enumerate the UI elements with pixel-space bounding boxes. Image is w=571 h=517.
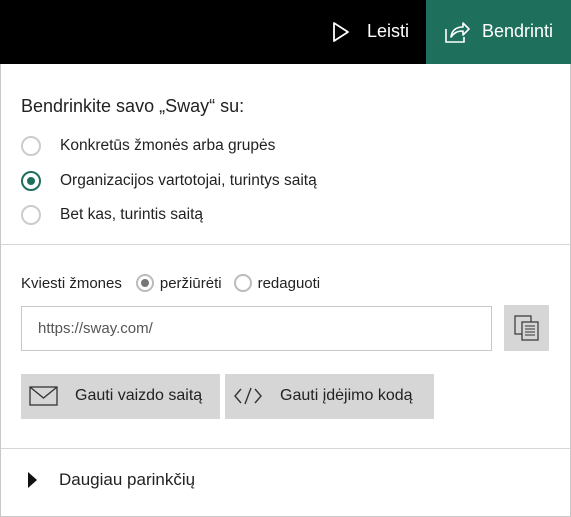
- play-icon: [333, 22, 349, 42]
- option-organization[interactable]: Organizacijos vartotojai, turintys saitą: [21, 170, 317, 192]
- divider: [1, 448, 570, 449]
- share-label: Bendrinti: [482, 21, 554, 41]
- option-label: Konkretūs žmonės arba grupės: [60, 137, 276, 154]
- radio-organization[interactable]: [21, 171, 41, 191]
- edit-label[interactable]: redaguoti: [258, 275, 321, 292]
- embed-code-label: Gauti įdėjimo kodą: [280, 387, 413, 404]
- share-icon: [445, 22, 470, 43]
- radio-edit[interactable]: [233, 274, 252, 292]
- view-label[interactable]: peržiūrėti: [160, 275, 222, 292]
- more-options-label: Daugiau parinkčių: [59, 470, 196, 489]
- radio-anyone[interactable]: [21, 205, 41, 225]
- radio-view[interactable]: [135, 274, 154, 292]
- get-embed-code-button[interactable]: Gauti įdėjimo kodą: [225, 374, 434, 419]
- mail-icon: [29, 386, 58, 406]
- divider: [1, 244, 570, 245]
- share-dialog: [0, 0, 571, 517]
- copy-icon: [514, 315, 539, 341]
- share-heading: Bendrinkite savo „Sway“ su:: [21, 96, 245, 116]
- option-label: Bet kas, turintis saitą: [60, 206, 204, 223]
- radio-specific-people[interactable]: [21, 136, 41, 156]
- copy-button[interactable]: [504, 305, 549, 351]
- option-label: Organizacijos vartotojai, turintys saitą: [60, 172, 317, 189]
- option-anyone[interactable]: Bet kas, turintis saitą: [21, 204, 203, 226]
- more-options-toggle[interactable]: Daugiau parinkčių: [28, 470, 195, 490]
- invite-row: Kviesti žmones peržiūrėti redaguoti: [21, 274, 320, 292]
- play-label: Leisti: [367, 21, 410, 41]
- view-link-label: Gauti vaizdo saitą: [75, 387, 203, 404]
- play-button[interactable]: Leisti: [308, 0, 426, 64]
- code-icon: [234, 387, 262, 405]
- invite-label: Kviesti žmones: [21, 274, 122, 292]
- option-specific-people[interactable]: Konkretūs žmonės arba grupės: [21, 135, 275, 157]
- get-view-link-button[interactable]: Gauti vaizdo saitą: [21, 374, 220, 419]
- link-field[interactable]: [21, 306, 492, 351]
- share-button[interactable]: Bendrinti: [426, 0, 571, 64]
- top-bar: Leisti Bendrinti: [0, 0, 571, 64]
- expand-triangle-icon: [28, 472, 37, 488]
